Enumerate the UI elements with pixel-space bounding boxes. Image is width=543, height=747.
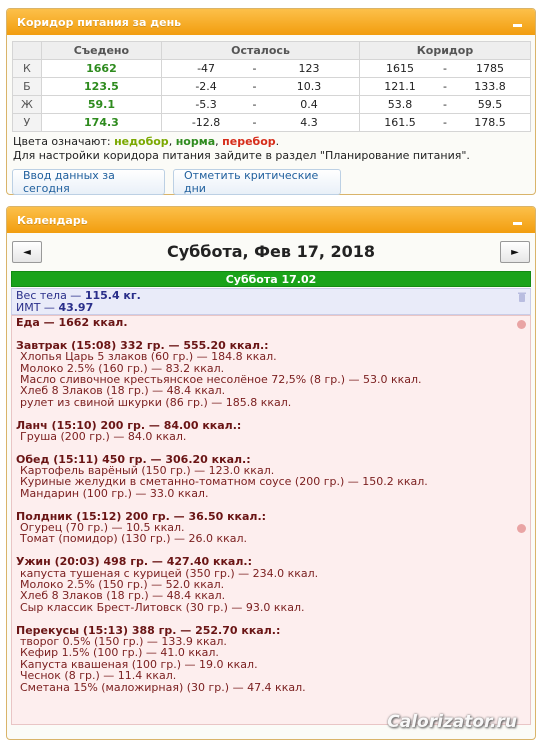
- corridor-range: 53.8 - 59.5: [359, 95, 531, 114]
- food-icon[interactable]: [517, 320, 526, 329]
- corridor-table: Съедено Осталось Коридор К 1662 -47 - 123 161…: [12, 41, 531, 132]
- corridor-range: 1615 - 1785: [359, 59, 531, 78]
- eaten-value: 174.3: [40, 113, 163, 132]
- settings-note: Для настройки коридора питания зайдите в…: [13, 149, 470, 162]
- corridor-from: 53.8: [387, 98, 413, 111]
- watermark-logo: Calorizator.ru: [387, 712, 517, 732]
- meal-heading[interactable]: Еда — 1662 ккал.: [16, 317, 526, 329]
- color-legend: Цвета означают: недобор, норма, перебор.: [13, 135, 535, 149]
- left-range: -2.4 - 10.3: [161, 77, 360, 96]
- corridor-to: 1785: [476, 62, 504, 75]
- range-dash: -: [252, 62, 257, 75]
- col-header-corridor: Коридор: [359, 41, 531, 60]
- food-icon[interactable]: [517, 524, 526, 533]
- calendar-nav: ◄ Суббота, Фев 17, 2018 ►: [7, 233, 535, 271]
- col-header-left: Осталось: [161, 41, 360, 60]
- row-label: Ж: [12, 95, 42, 114]
- corridor-from: 1615: [386, 62, 414, 75]
- eaten-value: 1662: [40, 59, 163, 78]
- corridor-range: 161.5 - 178.5: [359, 113, 531, 132]
- corridor-range: 121.1 - 133.8: [359, 77, 531, 96]
- food-item[interactable]: рулет из свиной шкурки (86 гр.) — 185.8 …: [16, 396, 526, 408]
- corridor-to: 133.8: [474, 80, 506, 93]
- legend-sep-1: ,: [168, 135, 176, 148]
- range-dash: -: [443, 80, 447, 93]
- food-item[interactable]: Сыр классик Брест-Литовск (30 гр.) — 93.…: [16, 601, 526, 613]
- row-label: К: [12, 59, 42, 78]
- bmi-value: 43.97: [58, 301, 94, 314]
- eaten-value: 123.5: [40, 77, 163, 96]
- range-dash: -: [252, 116, 257, 129]
- food-item[interactable]: Груша (200 гр.) — 84.0 ккал.: [16, 431, 526, 443]
- left-from: -47: [197, 62, 216, 75]
- col-header-label: [12, 41, 42, 60]
- body-weight-box: Вес тела — 115.4 кг. ИМТ — 43.97: [11, 288, 531, 315]
- col-header-eaten: Съедено: [40, 41, 163, 60]
- row-label: Б: [12, 77, 42, 96]
- corridor-panel: Коридор питания за день Съедено Осталось…: [6, 8, 536, 195]
- range-dash: -: [443, 62, 447, 75]
- legend-under: недобор: [114, 135, 169, 148]
- corridor-to: 178.5: [474, 116, 506, 129]
- left-from: -12.8: [191, 116, 221, 129]
- left-from: -2.4: [195, 80, 217, 93]
- collapse-icon[interactable]: [509, 212, 525, 228]
- corridor-panel-title: Коридор питания за день: [17, 15, 182, 29]
- food-log-box: Еда — 1662 ккал. Завтрак (15:08) 332 гр. …: [11, 315, 531, 725]
- meal-heading[interactable]: Ужин (20:03) 498 гр. — 427.40 ккал.:: [16, 556, 526, 568]
- left-to: 0.4: [300, 98, 318, 111]
- food-item[interactable]: Сметана 15% (маложирная) (30 гр.) — 47.4…: [16, 681, 526, 693]
- legend-prefix: Цвета означают:: [13, 135, 115, 148]
- corridor-to: 59.5: [477, 98, 503, 111]
- range-dash: -: [252, 98, 257, 111]
- next-day-button[interactable]: ►: [500, 241, 530, 263]
- calendar-panel-title: Календарь: [17, 213, 88, 227]
- enter-today-button[interactable]: Ввод данных за сегодня: [12, 169, 165, 195]
- legend-norm: норма: [175, 135, 216, 148]
- bmi-label: ИМТ —: [16, 301, 59, 314]
- food-item[interactable]: Кефир 1.5% (100 гр.) — 41.0 ккал.: [16, 647, 526, 659]
- legend-end: .: [275, 135, 280, 148]
- left-range: -47 - 123: [161, 59, 360, 78]
- left-from: -5.3: [195, 98, 217, 111]
- calendar-panel: Календарь ◄ Суббота, Фев 17, 2018 ► Субб…: [6, 206, 536, 740]
- arrow-right-icon: ►: [511, 246, 519, 258]
- range-dash: -: [443, 98, 447, 111]
- eaten-value: 59.1: [40, 95, 163, 114]
- collapse-icon[interactable]: [509, 14, 525, 30]
- corridor-panel-header: Коридор питания за день: [7, 9, 535, 35]
- calendar-date-title: Суббота, Фев 17, 2018: [166, 242, 376, 261]
- corridor-row: К 1662 -47 - 123 1615 - 1785: [12, 59, 531, 78]
- range-dash: -: [443, 116, 447, 129]
- food-item[interactable]: Томат (помидор) (130 гр.) — 26.0 ккал.: [16, 533, 526, 545]
- legend-over: перебор: [222, 135, 276, 148]
- food-item[interactable]: Хлопья Царь 5 злаков (60 гр.) — 184.8 кк…: [16, 351, 526, 363]
- row-label: У: [12, 113, 42, 132]
- corridor-row: Ж 59.1 -5.3 - 0.4 53.8 - 59.5: [12, 95, 531, 114]
- left-to: 10.3: [296, 80, 322, 93]
- day-header-bar: Суббота 17.02: [11, 271, 531, 287]
- trash-icon[interactable]: [518, 292, 526, 302]
- mark-critical-days-button[interactable]: Отметить критические дни: [173, 169, 341, 195]
- food-item[interactable]: Чеснок (8 гр.) — 11.4 ккал.: [16, 670, 526, 682]
- corridor-row: У 174.3 -12.8 - 4.3 161.5 - 178.5: [12, 113, 531, 132]
- range-dash: -: [252, 80, 257, 93]
- left-range: -12.8 - 4.3: [161, 113, 360, 132]
- left-to: 123: [298, 62, 320, 75]
- corridor-from: 121.1: [384, 80, 416, 93]
- corridor-row: Б 123.5 -2.4 - 10.3 121.1 - 133.8: [12, 77, 531, 96]
- corridor-from: 161.5: [384, 116, 416, 129]
- calendar-panel-header: Календарь: [7, 207, 535, 233]
- food-item[interactable]: Мандарин (100 гр.) — 33.0 ккал.: [16, 487, 526, 499]
- left-range: -5.3 - 0.4: [161, 95, 360, 114]
- left-to: 4.3: [300, 116, 318, 129]
